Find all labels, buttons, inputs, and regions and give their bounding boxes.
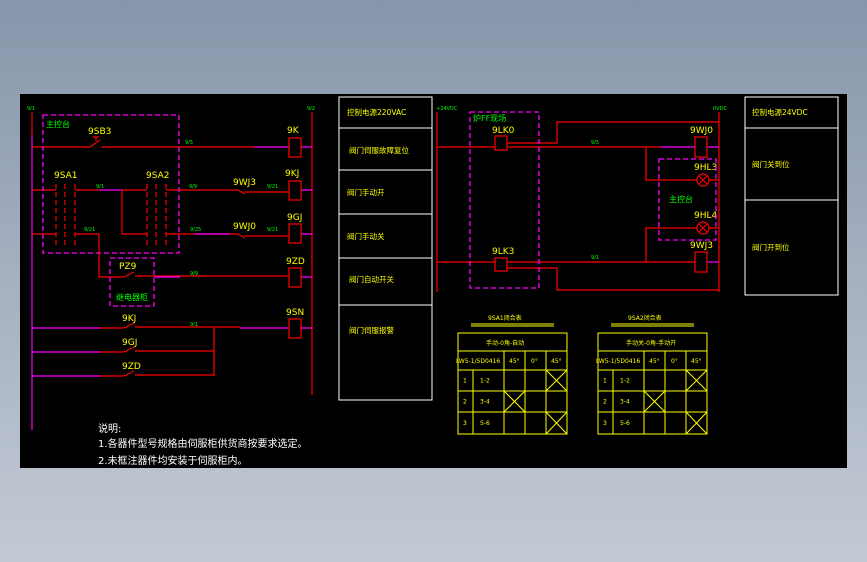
main-console-label: 主控台 bbox=[46, 119, 70, 129]
table-cell: 控制电源24VDC bbox=[752, 107, 808, 117]
wire-number: 9/25 bbox=[190, 227, 201, 233]
coil-9wj0 bbox=[694, 136, 708, 158]
rail-left-label: 9/1 bbox=[27, 106, 35, 112]
truth-table-title: 9SA1闭合表 bbox=[488, 314, 522, 322]
notes-title: 说明: bbox=[98, 422, 121, 435]
wire-number: 9/1 bbox=[96, 184, 104, 190]
rail-right-label: 9/2 bbox=[307, 106, 315, 112]
rail-left-label: +24VDC bbox=[436, 106, 458, 112]
label-9lk3: 9LK3 bbox=[492, 247, 514, 257]
column-header: 45° bbox=[649, 358, 660, 365]
table-cell: 阀门关到位 bbox=[752, 159, 790, 169]
column-header: 45° bbox=[551, 358, 562, 365]
coil-9sn bbox=[288, 318, 302, 339]
table-cell: 阀门自动开关 bbox=[349, 274, 394, 284]
wire-number: 9/5 bbox=[591, 140, 599, 146]
row-number: 2 bbox=[603, 399, 607, 406]
label-9wj3: 9WJ3 bbox=[690, 241, 713, 251]
table-cell: 阀门手动关 bbox=[347, 231, 385, 241]
wire-number: 9/1 bbox=[190, 322, 198, 328]
label-9sn: 9SN bbox=[286, 308, 304, 318]
label-9kj: 9KJ bbox=[285, 169, 299, 179]
column-header: 45° bbox=[509, 358, 520, 365]
note-item: 1.各器件型号规格由伺服柜供货商按要求选定。 bbox=[98, 437, 308, 450]
plc-field-label: 炉FF现场 bbox=[473, 113, 506, 123]
label-9hl3: 9HL3 bbox=[694, 163, 717, 173]
row-contacts: 5-6 bbox=[620, 420, 630, 427]
wire-number: 9/5 bbox=[185, 140, 193, 146]
label-9wj0: 9WJ0 bbox=[233, 222, 256, 232]
row-contacts: 1-2 bbox=[620, 378, 630, 385]
wire-number: 9/21 bbox=[84, 227, 95, 233]
table-cell: 阀门手动开 bbox=[347, 187, 385, 197]
column-header: 0° bbox=[671, 358, 678, 365]
table-cell: 阀门伺服报警 bbox=[349, 325, 394, 335]
coil-9kj bbox=[288, 180, 302, 201]
note-item: 2.未框注器件均安装于伺服柜内。 bbox=[98, 454, 248, 467]
cad-drawing: 9/1 9/2 9SB3 9/5 9K 9SA1 9SA2 9/1 9/9 9/… bbox=[20, 94, 847, 468]
rail-right-label: 0VDC bbox=[713, 106, 727, 112]
label-9wj0: 9WJ0 bbox=[690, 126, 713, 136]
drawing-canvas bbox=[20, 94, 847, 468]
row-number: 3 bbox=[463, 420, 467, 427]
label-9sa1: 9SA1 bbox=[54, 171, 78, 181]
coil-9zd bbox=[288, 267, 302, 288]
wire-number: 9/9 bbox=[189, 184, 197, 190]
contact-9lk3 bbox=[494, 257, 508, 272]
label-pz9: PZ9 bbox=[119, 262, 137, 272]
row-number: 2 bbox=[463, 399, 467, 406]
label-9kj-contact: 9KJ bbox=[122, 314, 136, 324]
mode-header: 手动-0角-自动 bbox=[486, 339, 524, 347]
label-9wj3: 9WJ3 bbox=[233, 178, 256, 188]
wire-number: 9/1 bbox=[591, 255, 599, 261]
wire-number: 9/21 bbox=[267, 184, 278, 190]
column-header: 45° bbox=[691, 358, 702, 365]
column-header: LW5-1/5D0416 bbox=[596, 358, 640, 365]
label-9zd-contact: 9ZD bbox=[122, 362, 141, 372]
label-9hl4: 9HL4 bbox=[694, 211, 718, 221]
row-contacts: 3-4 bbox=[480, 399, 490, 406]
row-contacts: 5-6 bbox=[480, 420, 490, 427]
wire-number: 9/9 bbox=[190, 271, 198, 277]
column-header: 0° bbox=[531, 358, 538, 365]
row-number: 1 bbox=[463, 378, 467, 385]
table-cell: 阀门伺服故障复位 bbox=[349, 145, 409, 155]
coil-9k bbox=[288, 137, 302, 158]
label-9sa2: 9SA2 bbox=[146, 171, 170, 181]
relay-cabinet-label: 继电器柜 bbox=[116, 292, 148, 302]
wire-number: 9/21 bbox=[267, 227, 278, 233]
label-9zd: 9ZD bbox=[286, 257, 305, 267]
coil-9wj3 bbox=[694, 251, 708, 273]
mode-header: 手动关-0角-手动开 bbox=[626, 339, 676, 347]
truth-table-title: 9SA2闭合表 bbox=[628, 314, 662, 322]
main-console-label: 主控台 bbox=[669, 194, 693, 204]
coil-9gj bbox=[288, 223, 302, 244]
label-9k: 9K bbox=[287, 126, 300, 136]
label-9gj-contact: 9GJ bbox=[122, 338, 137, 348]
row-number: 1 bbox=[603, 378, 607, 385]
label-9lk0: 9LK0 bbox=[492, 126, 515, 136]
column-header: LW5-1/5D0416 bbox=[456, 358, 500, 365]
label-9sb3: 9SB3 bbox=[88, 127, 111, 137]
row-number: 3 bbox=[603, 420, 607, 427]
label-9gj: 9GJ bbox=[287, 213, 302, 223]
table-cell: 控制电源220VAC bbox=[347, 107, 406, 117]
row-contacts: 1-2 bbox=[480, 378, 490, 385]
row-contacts: 3-4 bbox=[620, 399, 630, 406]
contact-9lk0 bbox=[494, 135, 508, 151]
table-cell: 阀门开到位 bbox=[752, 242, 790, 252]
